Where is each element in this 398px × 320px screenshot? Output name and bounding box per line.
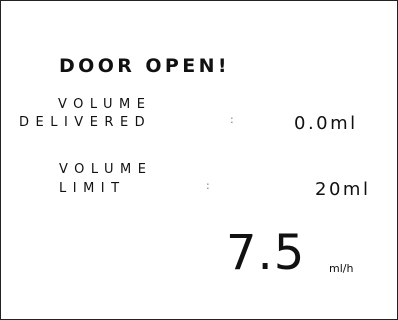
door-open-alarm-text: DOOR OPEN! <box>59 55 230 77</box>
volume-delivered-label-line2: DELIVERED <box>19 115 152 130</box>
infusion-rate-unit: ml/h <box>329 262 354 275</box>
pump-display-screen: DOOR OPEN! VOLUME DELIVERED : 0.0ml VOLU… <box>0 0 398 320</box>
volume-limit-label-line2: LIMIT <box>59 181 126 196</box>
volume-limit-value: 20ml <box>315 179 371 200</box>
volume-limit-separator: : <box>206 179 210 192</box>
infusion-rate-value: 7.5 <box>226 225 306 281</box>
volume-delivered-label-line1: VOLUME <box>58 97 152 112</box>
volume-delivered-value: 0.0ml <box>294 113 358 134</box>
volume-limit-label-line1: VOLUME <box>59 162 153 177</box>
volume-delivered-separator: : <box>230 113 234 126</box>
